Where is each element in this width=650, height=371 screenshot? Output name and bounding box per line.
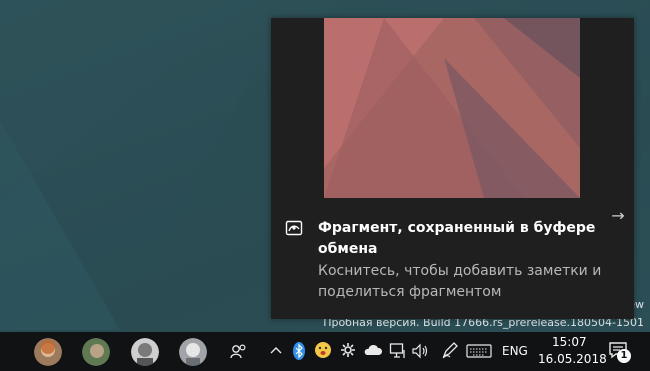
notification-count-badge: 1 bbox=[617, 349, 631, 363]
person-3-avatar[interactable] bbox=[131, 338, 159, 366]
toast-notification[interactable]: Фрагмент, сохраненный в буфере обмена Ко… bbox=[271, 18, 634, 319]
person-1-avatar[interactable] bbox=[34, 338, 62, 366]
toast-body: Коснитесь, чтобы добавить заметки и поде… bbox=[318, 263, 602, 300]
person-4-avatar[interactable] bbox=[179, 338, 207, 366]
keyboard-icon[interactable] bbox=[466, 343, 492, 359]
clock-date[interactable]: 16.05.2018 bbox=[538, 352, 607, 366]
language-indicator[interactable]: ENG bbox=[502, 344, 528, 358]
emoji-icon[interactable] bbox=[314, 341, 332, 359]
network-icon[interactable] bbox=[389, 342, 407, 360]
snip-preview-image[interactable] bbox=[324, 18, 580, 198]
arrow-right-icon[interactable]: → bbox=[608, 206, 628, 226]
volume-icon[interactable] bbox=[411, 342, 429, 360]
people-icon[interactable] bbox=[229, 342, 249, 362]
chevron-up-icon[interactable] bbox=[269, 343, 283, 359]
onedrive-cloud-icon[interactable] bbox=[363, 343, 383, 357]
bluetooth-icon[interactable] bbox=[292, 341, 306, 361]
person-2-avatar[interactable] bbox=[82, 338, 110, 366]
snip-preview-pattern bbox=[324, 18, 580, 198]
toast-title: Фрагмент, сохраненный в буфере обмена bbox=[318, 220, 596, 257]
screen-snip-icon bbox=[285, 219, 303, 237]
clock-time[interactable]: 15:07 bbox=[552, 335, 587, 349]
taskbar: ENG 15:07 16.05.2018 bbox=[0, 332, 650, 371]
settings-gear-icon[interactable] bbox=[340, 342, 356, 358]
pen-icon[interactable] bbox=[441, 341, 459, 359]
